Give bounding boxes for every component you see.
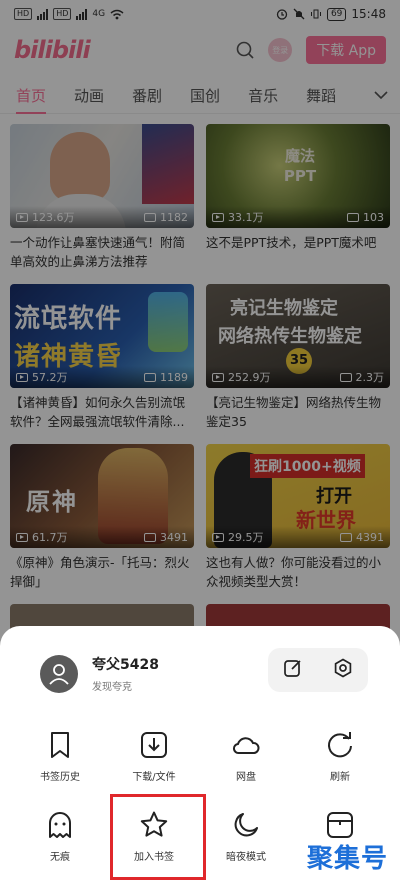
menu-item-night-mode[interactable]: 暗夜模式 bbox=[198, 810, 294, 863]
highlight-box bbox=[110, 794, 206, 880]
menu-item-bookmark-history[interactable]: 书签历史 bbox=[12, 730, 108, 783]
refresh-icon bbox=[328, 732, 352, 758]
download-icon bbox=[141, 732, 167, 758]
menu-item-label: 无痕 bbox=[50, 852, 70, 863]
watermark: 聚集号 bbox=[306, 844, 388, 874]
menu-item-label: 网盘 bbox=[236, 772, 256, 783]
ghost-icon bbox=[49, 812, 71, 838]
menu-item-label: 暗夜模式 bbox=[226, 852, 266, 863]
bookmark-icon bbox=[51, 732, 69, 758]
profile-name: 夸父5428 bbox=[92, 657, 159, 673]
settings-button[interactable] bbox=[333, 658, 353, 682]
profile-action-group bbox=[268, 648, 368, 692]
gear-icon bbox=[334, 658, 352, 678]
user-icon bbox=[49, 663, 69, 685]
cloud-icon bbox=[232, 737, 260, 754]
menu-item-incognito[interactable]: 无痕 bbox=[12, 810, 108, 863]
menu-item-label: 刷新 bbox=[330, 772, 350, 783]
profile-subtitle: 发现夸克 bbox=[92, 682, 132, 693]
menu-item-label: 书签历史 bbox=[40, 772, 80, 783]
window-icon bbox=[327, 812, 353, 838]
edit-icon bbox=[284, 660, 301, 677]
menu-item-cloud-drive[interactable]: 网盘 bbox=[198, 730, 294, 783]
user-profile[interactable]: 夸父5428 发现夸克 bbox=[40, 654, 159, 693]
menu-item-downloads[interactable]: 下载/文件 bbox=[106, 730, 202, 783]
moon-icon bbox=[234, 813, 258, 837]
menu-item-label: 下载/文件 bbox=[132, 772, 176, 783]
menu-item-refresh[interactable]: 刷新 bbox=[292, 730, 388, 783]
edit-button[interactable] bbox=[283, 658, 303, 682]
avatar[interactable] bbox=[40, 654, 78, 693]
